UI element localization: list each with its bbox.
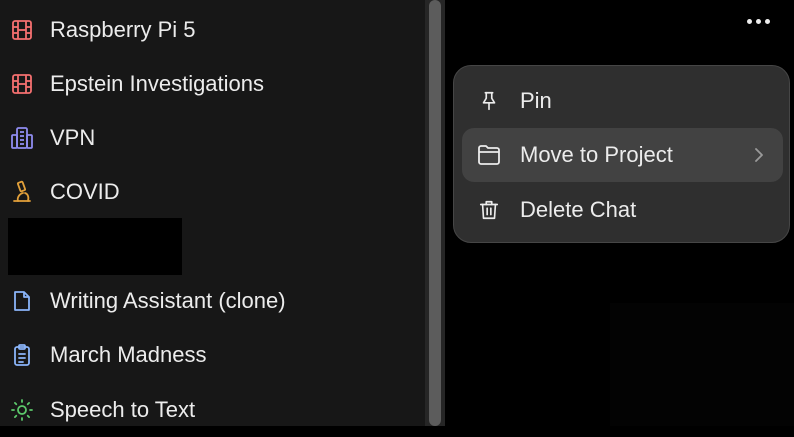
sidebar-item-vpn[interactable]: VPN [0,111,415,165]
folder-icon [476,142,502,168]
sidebar-item-march-madness[interactable]: March Madness [0,328,415,382]
sun-icon [8,396,36,424]
context-menu: Pin Move to Project Delete Chat [453,65,790,243]
sidebar-item-label: Raspberry Pi 5 [50,17,196,42]
trash-icon [476,197,502,223]
film-icon [8,70,36,98]
redacted-block [8,218,182,275]
film-icon [8,16,36,44]
menu-item-label: Delete Chat [520,197,637,222]
sidebar-item-speech-to-text[interactable]: Speech to Text [0,383,415,437]
sidebar-item-writing-assistant-clone[interactable]: Writing Assistant (clone) [0,274,415,328]
menu-item-move-to-project[interactable]: Move to Project [462,128,783,182]
content-panel [610,303,794,426]
microscope-icon [8,178,36,206]
sidebar-item-covid[interactable]: COVID [0,165,415,219]
clipboard-icon [8,341,36,369]
menu-item-label: Move to Project [520,142,673,167]
sidebar: Raspberry Pi 5 Epstein Investigations VP… [0,0,425,426]
sidebar-item-label: Speech to Text [50,397,196,422]
sidebar-item-label: VPN [50,125,96,150]
more-dots-icon [746,18,752,24]
more-dots-icon [755,18,761,24]
document-icon [8,287,36,315]
server-icon [8,124,36,152]
sidebar-item-raspberry-pi-5[interactable]: Raspberry Pi 5 [0,3,415,57]
sidebar-item-label: Writing Assistant (clone) [50,288,286,313]
more-options-button[interactable] [738,8,778,34]
sidebar-item-label: March Madness [50,342,207,367]
sidebar-item-label: Epstein Investigations [50,71,265,96]
chevron-right-icon [749,143,769,167]
menu-item-delete-chat[interactable]: Delete Chat [462,183,783,237]
menu-item-pin[interactable]: Pin [462,74,783,128]
sidebar-item-label: COVID [50,179,120,204]
menu-item-label: Pin [520,88,552,113]
sidebar-item-epstein-investigations[interactable]: Epstein Investigations [0,57,415,111]
pin-icon [476,88,502,114]
scrollbar-thumb[interactable] [429,0,441,426]
more-dots-icon [764,18,770,24]
